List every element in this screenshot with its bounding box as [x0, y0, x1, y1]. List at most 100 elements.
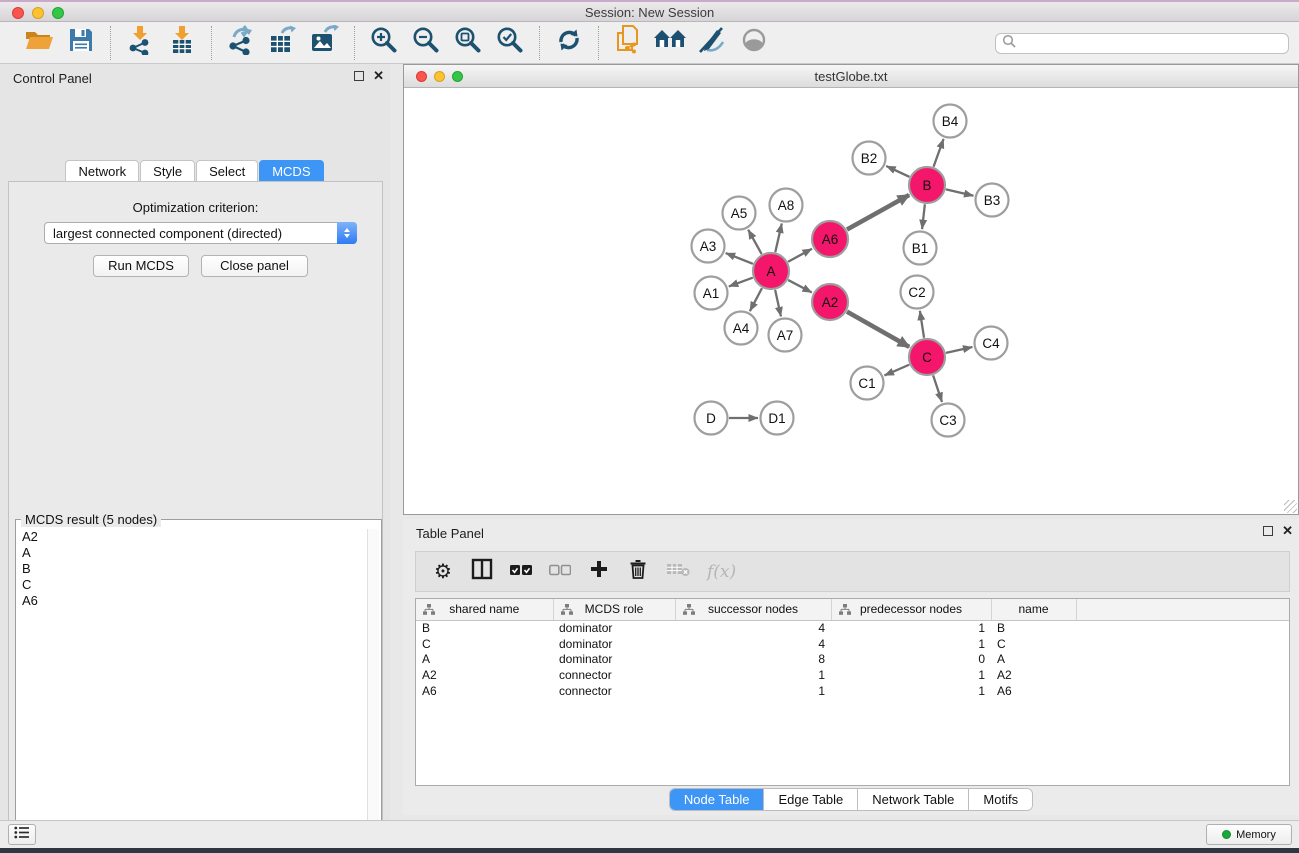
- edge-A-A7[interactable]: [775, 290, 781, 316]
- tab-style[interactable]: Style: [140, 160, 195, 183]
- cell[interactable]: 8: [675, 651, 831, 667]
- edge-A-A8[interactable]: [775, 224, 781, 252]
- mcds-result-item[interactable]: B: [18, 561, 366, 577]
- search-input[interactable]: [1020, 37, 1288, 51]
- node-table[interactable]: shared nameMCDS rolesuccessor nodesprede…: [415, 598, 1290, 786]
- edge-B-B2[interactable]: [886, 166, 909, 177]
- mcds-result-item[interactable]: A6: [18, 593, 366, 609]
- export-image-button[interactable]: [307, 25, 343, 61]
- save-session-button[interactable]: [63, 25, 99, 61]
- hide-annotations-button[interactable]: [694, 25, 730, 61]
- zoom-in-button[interactable]: [366, 25, 402, 61]
- mcds-result-item[interactable]: A: [18, 545, 366, 561]
- cell[interactable]: A6: [416, 683, 553, 699]
- cell[interactable]: B: [416, 620, 553, 636]
- tab-mcds[interactable]: MCDS: [259, 160, 323, 183]
- memory-button[interactable]: Memory: [1206, 824, 1292, 845]
- tab-node-table[interactable]: Node Table: [670, 789, 765, 810]
- refresh-layout-button[interactable]: [551, 25, 587, 61]
- network-graph[interactable]: B4B2BB3A8A5A6A3B1AC2A1A2A4A7C4CC1C3DD1: [404, 88, 1298, 515]
- cell[interactable]: A6: [991, 683, 1076, 699]
- cell[interactable]: 4: [675, 620, 831, 636]
- cell[interactable]: connector: [553, 667, 675, 683]
- cell[interactable]: 1: [675, 683, 831, 699]
- clone-network-button[interactable]: [610, 25, 646, 61]
- edge-A-A1[interactable]: [729, 278, 753, 287]
- cell[interactable]: connector: [553, 683, 675, 699]
- cell[interactable]: C: [991, 636, 1076, 652]
- float-panel-icon[interactable]: [354, 71, 364, 81]
- network-window-titlebar[interactable]: testGlobe.txt: [404, 65, 1298, 88]
- close-panel-icon[interactable]: ✕: [373, 71, 384, 81]
- deselect-all-button[interactable]: [549, 559, 571, 585]
- import-network-button[interactable]: [122, 25, 158, 61]
- edge-C-C3[interactable]: [933, 375, 942, 401]
- cell[interactable]: C: [416, 636, 553, 652]
- close-table-panel-icon[interactable]: ✕: [1282, 526, 1293, 536]
- table-row[interactable]: Bdominator41B: [416, 620, 1290, 636]
- titlebar[interactable]: Session: New Session: [0, 0, 1299, 22]
- cell[interactable]: A: [991, 651, 1076, 667]
- edge-C-C4[interactable]: [946, 347, 972, 353]
- edge-B-B3[interactable]: [946, 189, 973, 195]
- result-scrollbar[interactable]: [367, 529, 379, 853]
- tab-motifs[interactable]: Motifs: [969, 789, 1032, 810]
- edge-A6-B[interactable]: [847, 195, 909, 230]
- column-header-name[interactable]: name: [991, 599, 1076, 620]
- window-resize-grip[interactable]: [1284, 500, 1297, 513]
- search-field[interactable]: [995, 33, 1289, 54]
- tab-network[interactable]: Network: [65, 160, 139, 183]
- task-history-button[interactable]: [8, 824, 36, 845]
- open-session-button[interactable]: [21, 25, 57, 61]
- zoom-out-button[interactable]: [408, 25, 444, 61]
- cell[interactable]: 4: [675, 636, 831, 652]
- show-column-button[interactable]: [471, 559, 493, 585]
- criterion-select[interactable]: largest connected component (directed): [44, 222, 357, 244]
- column-header-predecessor-nodes[interactable]: predecessor nodes: [831, 599, 991, 620]
- show-graphics-details-button[interactable]: [736, 25, 772, 61]
- home-button[interactable]: [652, 25, 688, 61]
- tab-network-table[interactable]: Network Table: [858, 789, 969, 810]
- table-row[interactable]: Adominator80A: [416, 651, 1290, 667]
- edge-A-A6[interactable]: [788, 249, 812, 262]
- float-table-panel-icon[interactable]: [1263, 526, 1273, 536]
- cell[interactable]: A2: [416, 667, 553, 683]
- export-table-button[interactable]: [265, 25, 301, 61]
- table-row[interactable]: Cdominator41C: [416, 636, 1290, 652]
- column-header-successor-nodes[interactable]: successor nodes: [675, 599, 831, 620]
- cell[interactable]: 0: [831, 651, 991, 667]
- import-table-button[interactable]: [164, 25, 200, 61]
- table-row[interactable]: A2connector11A2: [416, 667, 1290, 683]
- cell[interactable]: A2: [991, 667, 1076, 683]
- tab-select[interactable]: Select: [196, 160, 258, 183]
- cell[interactable]: B: [991, 620, 1076, 636]
- edge-C-C1[interactable]: [884, 365, 909, 376]
- cell[interactable]: A: [416, 651, 553, 667]
- delete-column-button[interactable]: [627, 559, 649, 585]
- edge-A2-C[interactable]: [847, 312, 909, 347]
- zoom-selected-button[interactable]: [492, 25, 528, 61]
- table-row[interactable]: A6connector11A6: [416, 683, 1290, 699]
- edge-A-A3[interactable]: [726, 253, 753, 264]
- mcds-result-item[interactable]: C: [18, 577, 366, 593]
- edge-B-B1[interactable]: [922, 204, 925, 229]
- table-settings-button[interactable]: ⚙: [432, 559, 454, 585]
- mcds-result-item[interactable]: A2: [18, 529, 366, 545]
- cell[interactable]: 1: [831, 620, 991, 636]
- network-canvas[interactable]: B4B2BB3A8A5A6A3B1AC2A1A2A4A7C4CC1C3DD1: [404, 88, 1298, 514]
- edge-A-A4[interactable]: [750, 288, 762, 311]
- column-header-mcds-role[interactable]: MCDS role: [553, 599, 675, 620]
- column-header-shared-name[interactable]: shared name: [416, 599, 553, 620]
- cell[interactable]: dominator: [553, 636, 675, 652]
- tab-edge-table[interactable]: Edge Table: [764, 789, 858, 810]
- cell[interactable]: 1: [831, 667, 991, 683]
- edge-A-A2[interactable]: [788, 280, 812, 292]
- cell[interactable]: dominator: [553, 651, 675, 667]
- function-builder-button[interactable]: f(x): [707, 559, 736, 585]
- cell[interactable]: 1: [831, 683, 991, 699]
- edge-C-C2[interactable]: [920, 311, 924, 338]
- delete-table-button[interactable]: [666, 559, 690, 585]
- add-column-button[interactable]: [588, 559, 610, 585]
- edge-A-A5[interactable]: [748, 230, 761, 254]
- zoom-fit-button[interactable]: [450, 25, 486, 61]
